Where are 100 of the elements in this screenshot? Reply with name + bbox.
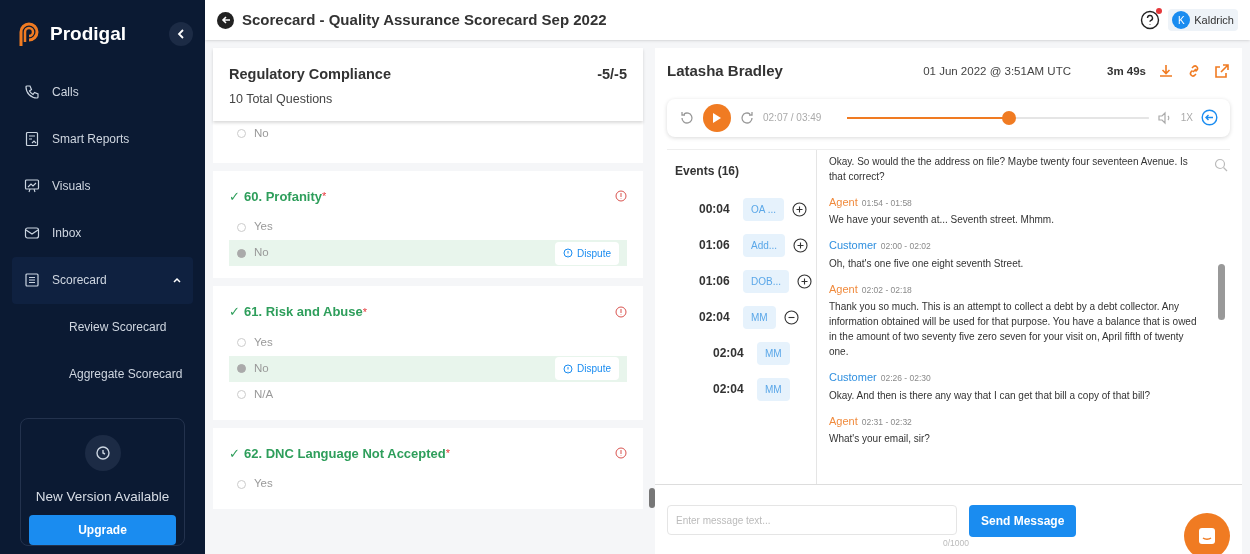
event-tag[interactable]: Add... (743, 233, 786, 257)
upgrade-button[interactable]: Upgrade (29, 515, 176, 545)
collapse-icon[interactable] (783, 309, 799, 325)
playback-time: 02:07 / 03:49 (763, 111, 823, 125)
back-button[interactable] (217, 11, 234, 29)
speaker-name: Customer (829, 370, 877, 385)
answer-option[interactable]: No (229, 120, 627, 147)
arrow-circle-icon[interactable] (1201, 109, 1218, 126)
speed-control[interactable]: 1X (1180, 110, 1193, 125)
user-name: Kaldrich (1194, 12, 1234, 28)
call-duration: 3m 49s (1107, 63, 1146, 79)
info-icon (563, 363, 574, 374)
transcript-text: We have your seventh at... Seventh street. Mhmm. (829, 213, 1055, 227)
scrollbar-thumb (649, 488, 655, 508)
required-mark: * (445, 446, 451, 459)
speaker-name: Customer (829, 238, 877, 253)
user-avatar: K (1172, 11, 1191, 29)
transcript-text: What's your email, sir? (829, 432, 931, 446)
section-score: -5/-5 (597, 65, 627, 84)
speaker-name: Agent (829, 194, 858, 210)
message-time: 02:26 - 02:30 (880, 372, 931, 385)
update-message: New Version Available (35, 487, 170, 506)
info-icon[interactable] (615, 305, 627, 318)
event-time: 02:04 (713, 381, 745, 398)
phone-icon (24, 84, 40, 100)
info-icon (563, 248, 574, 258)
speaker-name: Agent (829, 413, 858, 429)
section-subtitle: 10 Total Questions (229, 90, 334, 108)
nav-item[interactable]: Inbox (12, 209, 193, 257)
dispute-button[interactable]: Dispute (555, 241, 619, 265)
message-time: 02:31 - 02:32 (861, 415, 912, 429)
event-tag[interactable]: MM (757, 341, 790, 365)
send-message-button[interactable]: Send Message (969, 505, 1077, 537)
events-title: Events (16) (675, 163, 740, 178)
required-mark: * (362, 304, 367, 320)
event-tag[interactable]: OA ... (743, 197, 784, 221)
answer-option[interactable]: No Dispute (229, 240, 627, 266)
search-icon[interactable] (1214, 157, 1228, 172)
progress-thumb[interactable] (1002, 110, 1017, 125)
message-input[interactable]: Enter message text... (667, 505, 957, 535)
radio-button[interactable] (237, 248, 246, 258)
play-icon (712, 111, 722, 124)
arrow-left-icon (220, 15, 231, 25)
event-tag[interactable]: MM (743, 305, 776, 329)
character-counter: 0/1000 (943, 537, 969, 550)
question-title: 61. Risk and Abuse (244, 303, 363, 321)
dispute-button[interactable]: Dispute (555, 357, 619, 380)
event-time: 02:04 (699, 309, 731, 326)
collapse-button[interactable] (169, 22, 193, 47)
transcript-text: Thank you so much. This is an attempt to collect a debt by a debt collector. Any information obtained will be used for that purpose. You have a balance that is owed in the amount of two seventy five zero seven for your visit on, April fifth of twenty one. (829, 300, 1198, 359)
page-title: Scorecard - Quality Assurance Scorecard Sep 2022 (242, 9, 607, 30)
event-time: 02:04 (713, 345, 745, 362)
answer-option[interactable]: Yes (229, 329, 627, 356)
nav-item[interactable]: Smart Reports (12, 115, 193, 163)
update-icon (84, 434, 121, 471)
download-icon[interactable] (1158, 63, 1174, 80)
rewind-icon[interactable] (679, 109, 695, 126)
nav-item[interactable]: Scorecard (12, 256, 193, 304)
answer-option[interactable]: No Dispute (229, 355, 627, 382)
answer-option[interactable]: Yes (229, 471, 627, 497)
event-time: 00:04 (699, 201, 731, 218)
expand-icon[interactable] (797, 273, 812, 289)
nav-subitem[interactable]: Aggregate Scorecard (12, 350, 193, 398)
list-icon (24, 272, 40, 288)
nav-item[interactable]: Visuals (12, 162, 193, 210)
help-icon[interactable] (1140, 10, 1161, 30)
chat-launcher-button[interactable] (1184, 513, 1230, 554)
message-time: 01:54 - 01:58 (861, 196, 912, 210)
transcript-text: Okay. And then is there any way that I can get that bill a copy of that bill? (829, 388, 1152, 403)
event-tag[interactable]: DOB... (743, 269, 789, 293)
section-title: Regulatory Compliance (229, 65, 391, 84)
mail-icon (24, 225, 40, 241)
message-time: 02:00 - 02:02 (880, 240, 931, 253)
event-time: 01:06 (699, 237, 731, 254)
nav-item[interactable]: Calls (12, 68, 193, 116)
report-icon (24, 131, 40, 147)
info-icon[interactable] (615, 190, 627, 203)
external-link-icon[interactable] (1214, 63, 1230, 80)
radio-button[interactable] (237, 364, 246, 373)
forward-icon[interactable] (739, 109, 755, 126)
caller-name: Latasha Bradley (667, 61, 783, 81)
check-mark: ✓ (229, 303, 240, 321)
user-chip[interactable]: K Kaldrich (1168, 9, 1238, 31)
event-tag[interactable]: MM (757, 377, 790, 401)
call-date: 01 Jun 2022 @ 3:51AM UTC (923, 63, 1071, 79)
answer-option[interactable]: N/A (229, 381, 627, 408)
check-mark: ✓ (229, 187, 240, 206)
required-mark: * (322, 189, 327, 202)
play-button[interactable] (703, 103, 731, 132)
expand-icon[interactable] (793, 237, 809, 253)
check-mark: ✓ (229, 444, 240, 463)
question-title: 62. DNC Language Not Accepted (244, 444, 446, 463)
brand-name: Prodigal (50, 22, 126, 46)
nav-subitem[interactable]: Review Scorecard (12, 303, 193, 351)
transcript-scrollbar-thumb (1217, 263, 1225, 320)
message-time: 02:02 - 02:18 (861, 283, 912, 297)
transcript-text: Okay. So would the the address on file? Maybe twenty four seventeen Avenue. Is that correct? (829, 154, 1189, 184)
expand-icon[interactable] (792, 201, 807, 217)
info-icon[interactable] (615, 447, 627, 460)
answer-option[interactable]: Yes (229, 214, 627, 240)
